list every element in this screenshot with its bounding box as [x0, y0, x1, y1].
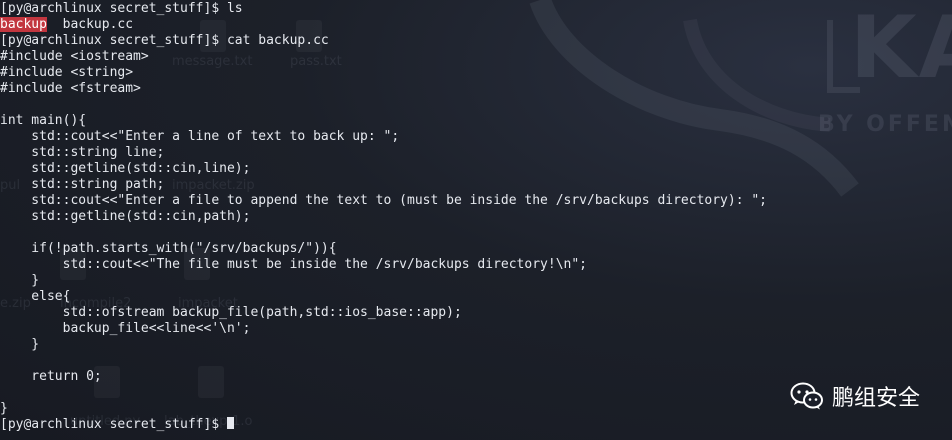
terminal-line: std::getline(std::cin,path); — [0, 209, 767, 225]
terminal-line: if(!path.starts_with("/srv/backups/")){ — [0, 241, 767, 257]
terminal-line-text: #include <string> — [0, 65, 134, 80]
brand-subtitle-watermark: BY OFFEN — [818, 112, 952, 137]
terminal-line: std::getline(std::cin,line); — [0, 161, 767, 177]
terminal-line: [py@archlinux secret_stuff]$ — [0, 417, 767, 433]
terminal-line: [py@archlinux secret_stuff]$ ls — [0, 1, 767, 17]
terminal-line-text: } — [0, 273, 40, 288]
terminal-line-text: else{ — [0, 289, 71, 304]
terminal-line: return 0; — [0, 369, 767, 385]
terminal-line: } — [0, 401, 767, 417]
text-cursor[interactable] — [226, 417, 234, 429]
terminal-line-text: [py@archlinux secret_stuff]$ ls — [0, 1, 243, 16]
terminal-line-text: int main(){ — [0, 113, 87, 128]
terminal-line-text: if(!path.starts_with("/srv/backups/")){ — [0, 241, 337, 256]
watermark-label: 鹏组安全 — [832, 386, 921, 411]
terminal-line-text: [py@archlinux secret_stuff]$ — [0, 417, 227, 432]
brand-watermark: KA — [850, 0, 952, 98]
terminal-line-text: std::cout<<"Enter a file to append the t… — [0, 193, 768, 208]
terminal-line-text: std::string line; — [0, 145, 165, 160]
terminal-output: [py@archlinux secret_stuff]$ ls backup ba… — [0, 1, 767, 433]
terminal-line-text: return 0; — [0, 369, 102, 384]
terminal-line-text: } — [0, 337, 40, 352]
terminal-line-text: } — [0, 401, 8, 416]
terminal-line: } — [0, 337, 767, 353]
wechat-watermark: 鹏组安全 — [790, 380, 920, 412]
terminal-line: std::ofstream backup_file(path,std::ios_… — [0, 305, 767, 321]
terminal-line: else{ — [0, 289, 767, 305]
terminal-line: backup_file<<line<<'\n'; — [0, 321, 767, 337]
terminal-line: std::cout<<"Enter a line of text to back… — [0, 129, 767, 145]
terminal-line-text: std::ofstream backup_file(path,std::ios_… — [0, 305, 462, 320]
terminal-line: std::string line; — [0, 145, 767, 161]
terminal-line-text: std::getline(std::cin,line); — [0, 161, 251, 176]
terminal-line-text: #include <fstream> — [0, 81, 141, 96]
terminal-line: std::cout<<"The file must be inside the … — [0, 257, 767, 273]
terminal-line-text: [py@archlinux secret_stuff]$ cat backup.… — [0, 33, 329, 48]
terminal-line: int main(){ — [0, 113, 767, 129]
terminal-window[interactable]: KA BY OFFEN message.txt pass.txt pul imp… — [0, 0, 952, 440]
file-entry: backup.cc — [46, 17, 134, 32]
terminal-line: [py@archlinux secret_stuff]$ cat backup.… — [0, 33, 767, 49]
terminal-line-text: backup_file<<line<<'\n'; — [0, 321, 251, 336]
terminal-line: std::cout<<"Enter a file to append the t… — [0, 193, 767, 209]
file-entry-executable: backup — [0, 17, 47, 32]
terminal-line: } — [0, 273, 767, 289]
terminal-line-text: std::cout<<"Enter a line of text to back… — [0, 129, 400, 144]
terminal-line: #include <string> — [0, 65, 767, 81]
wechat-icon — [790, 382, 823, 410]
terminal-line-text: std::string path; — [0, 177, 165, 192]
terminal-line: std::string path; — [0, 177, 767, 193]
terminal-line-text: #include <iostream> — [0, 49, 149, 64]
terminal-line: backup backup.cc — [0, 17, 767, 33]
terminal-line: #include <fstream> — [0, 81, 767, 97]
terminal-line-text: std::getline(std::cin,path); — [0, 209, 251, 224]
terminal-line: #include <iostream> — [0, 49, 767, 65]
terminal-line-text: std::cout<<"The file must be inside the … — [0, 257, 587, 272]
